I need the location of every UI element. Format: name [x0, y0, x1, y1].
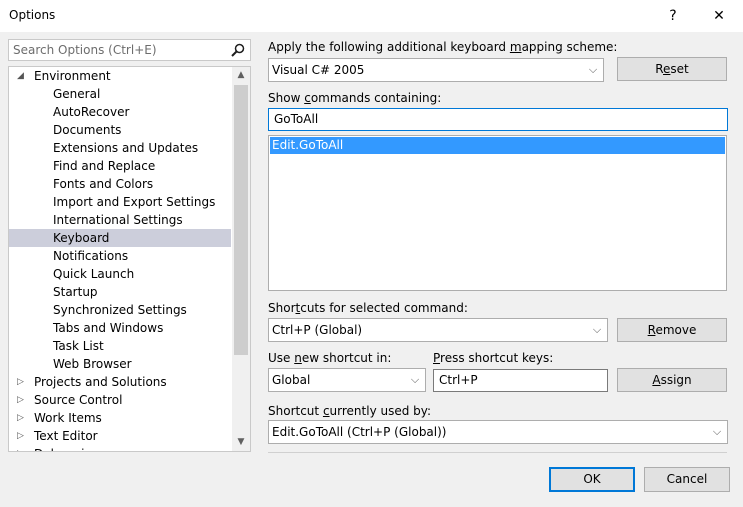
tree-item-label: Extensions and Updates [53, 141, 199, 155]
collapsed-arrow-icon[interactable]: ▷ [17, 445, 27, 451]
window-title: Options [9, 8, 56, 22]
tree-item-extensions-and-updates[interactable]: Extensions and Updates [9, 139, 231, 157]
tree-item-autorecover[interactable]: AutoRecover [9, 103, 231, 121]
tree-item-label: Projects and Solutions [34, 375, 167, 389]
tree-scrollbar[interactable]: ▲ ▼ [232, 67, 250, 451]
commands-filter-value: GoToAll [274, 112, 319, 126]
shortcut-scope-select[interactable]: Global ⌵ [268, 368, 426, 392]
used-by-label: Shortcut currently used by: [268, 404, 432, 418]
press-keys-value: Ctrl+P [439, 373, 478, 387]
tree-item-general[interactable]: General [9, 85, 231, 103]
help-button[interactable]: ? [658, 6, 688, 26]
title-bar: Options ? ✕ [0, 0, 743, 32]
shortcuts-select[interactable]: Ctrl+P (Global) ⌵ [268, 318, 608, 342]
tree-item-projects-and-solutions[interactable]: ▷ Projects and Solutions [9, 373, 231, 391]
chevron-down-icon: ⌵ [410, 373, 420, 386]
tree-item-startup[interactable]: Startup [9, 283, 231, 301]
tree-item-label: Environment [34, 69, 111, 83]
tree-item-label: Import and Export Settings [53, 195, 216, 209]
search-placeholder: Search Options (Ctrl+E) [13, 43, 157, 57]
search-icon [231, 43, 245, 57]
tree-item-label: Task List [53, 339, 104, 353]
collapsed-arrow-icon[interactable]: ▷ [17, 391, 27, 409]
tree-item-work-items[interactable]: ▷ Work Items [9, 409, 231, 427]
tree-item-label: Work Items [34, 411, 102, 425]
used-by-value: Edit.GoToAll (Ctrl+P (Global)) [272, 425, 447, 439]
tree-item-find-and-replace[interactable]: Find and Replace [9, 157, 231, 175]
tree-item-label: Web Browser [53, 357, 132, 371]
search-options-input[interactable]: Search Options (Ctrl+E) [8, 39, 251, 61]
shortcut-scope-value: Global [272, 373, 311, 387]
command-list-item[interactable]: Edit.GoToAll [270, 137, 725, 154]
options-tree[interactable]: ◢ Environment General AutoRecover Documents E… [8, 66, 251, 452]
commands-list[interactable]: Edit.GoToAll [268, 135, 727, 291]
ok-button[interactable]: OK [549, 467, 635, 492]
tree-item-environment[interactable]: ◢ Environment [9, 67, 231, 85]
tree-item-debugging[interactable]: ▷ Debugging [9, 445, 231, 451]
chevron-down-icon: ⌵ [592, 323, 602, 336]
tree-item-synchronized-settings[interactable]: Synchronized Settings [9, 301, 231, 319]
collapsed-arrow-icon[interactable]: ▷ [17, 409, 27, 427]
tree-item-quick-launch[interactable]: Quick Launch [9, 265, 231, 283]
collapsed-arrow-icon[interactable]: ▷ [17, 427, 27, 445]
assign-button[interactable]: Assign [617, 368, 727, 392]
tree-item-label: Documents [53, 123, 122, 137]
commands-filter-label: Show commands containing: [268, 91, 442, 105]
scroll-down-icon[interactable]: ▼ [232, 434, 250, 451]
tree-item-documents[interactable]: Documents [9, 121, 231, 139]
tree-item-label: Keyboard [53, 231, 110, 245]
reset-button[interactable]: Reset [617, 57, 727, 81]
mapping-scheme-label: Apply the following additional keyboard … [268, 40, 618, 54]
mapping-scheme-select[interactable]: Visual C# 2005 ⌵ [268, 58, 604, 82]
tree-item-keyboard[interactable]: Keyboard [9, 229, 231, 247]
tree-item-fonts-and-colors[interactable]: Fonts and Colors [9, 175, 231, 193]
tree-item-web-browser[interactable]: Web Browser [9, 355, 231, 373]
tree-item-label: Debugging [34, 445, 100, 451]
tree-item-text-editor[interactable]: ▷ Text Editor [9, 427, 231, 445]
tree-item-source-control[interactable]: ▷ Source Control [9, 391, 231, 409]
shortcuts-label: Shortcuts for selected command: [268, 301, 468, 315]
press-keys-input[interactable]: Ctrl+P [433, 369, 608, 392]
tree-item-label: Synchronized Settings [53, 303, 187, 317]
tree-item-notifications[interactable]: Notifications [9, 247, 231, 265]
close-button[interactable]: ✕ [704, 6, 734, 26]
tree-item-label: Find and Replace [53, 159, 156, 173]
tree-item-label: Startup [53, 285, 98, 299]
shortcut-scope-label: Use new shortcut in: [268, 351, 392, 365]
tree-item-label: Source Control [34, 393, 123, 407]
tree-item-international-settings[interactable]: International Settings [9, 211, 231, 229]
tree-item-label: Fonts and Colors [53, 177, 154, 191]
scroll-thumb[interactable] [234, 85, 248, 355]
scroll-up-icon[interactable]: ▲ [232, 67, 250, 84]
tree-item-label: Notifications [53, 249, 129, 263]
mapping-scheme-value: Visual C# 2005 [272, 63, 365, 77]
press-keys-label: Press shortcut keys: [433, 351, 554, 365]
tree-item-label: AutoRecover [53, 105, 130, 119]
tree-item-task-list[interactable]: Task List [9, 337, 231, 355]
tree-item-import-and-export-settings[interactable]: Import and Export Settings [9, 193, 231, 211]
divider [268, 452, 727, 453]
tree-item-label: International Settings [53, 213, 183, 227]
tree-item-label: Quick Launch [53, 267, 135, 281]
tree-item-label: General [53, 87, 101, 101]
cancel-button[interactable]: Cancel [644, 467, 730, 492]
expanded-arrow-icon[interactable]: ◢ [17, 67, 27, 85]
tree-item-label: Text Editor [34, 429, 98, 443]
tree-item-label: Tabs and Windows [53, 321, 164, 335]
chevron-down-icon: ⌵ [588, 63, 598, 76]
tree-item-tabs-and-windows[interactable]: Tabs and Windows [9, 319, 231, 337]
chevron-down-icon: ⌵ [712, 425, 722, 438]
used-by-select[interactable]: Edit.GoToAll (Ctrl+P (Global)) ⌵ [268, 420, 728, 444]
commands-filter-input[interactable]: GoToAll [268, 108, 728, 131]
remove-button[interactable]: Remove [617, 318, 727, 342]
tree-list: ◢ Environment General AutoRecover Documents E… [9, 67, 231, 451]
shortcuts-value: Ctrl+P (Global) [272, 323, 363, 337]
collapsed-arrow-icon[interactable]: ▷ [17, 373, 27, 391]
